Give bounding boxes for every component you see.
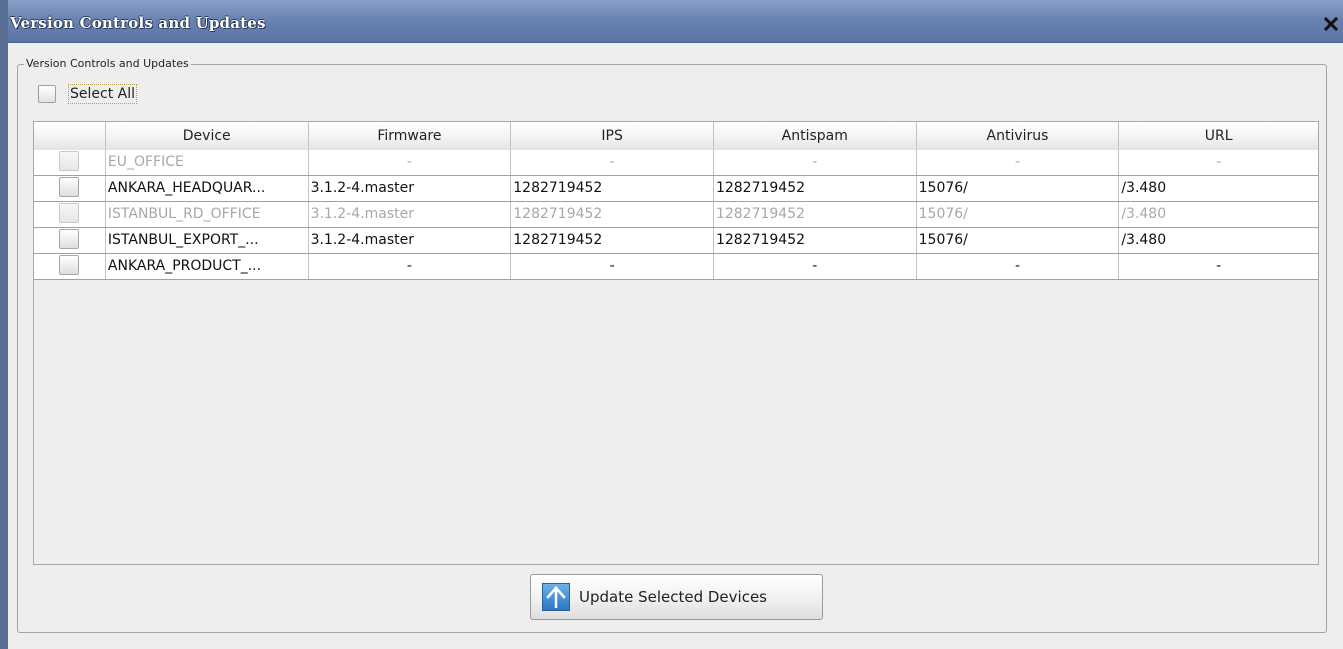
cell-ips: 1282719452 [511, 228, 714, 253]
table-row[interactable]: ISTANBUL_EXPORT_... 3.1.2-4.master 1282719… [34, 228, 1318, 254]
cell-antivirus: - [917, 150, 1120, 175]
column-header-ips[interactable]: IPS [511, 122, 714, 150]
row-select-cell [34, 150, 106, 175]
cell-antispam: - [714, 150, 917, 175]
select-all-box[interactable] [38, 85, 56, 103]
cell-antispam: 1282719452 [714, 176, 917, 201]
table-row[interactable]: ISTANBUL_RD_OFFICE 3.1.2-4.master 12827194… [34, 202, 1318, 228]
cell-device: EU_OFFICE [106, 150, 309, 175]
window-title: Version Controls and Updates [10, 14, 266, 32]
column-header-select[interactable] [34, 122, 106, 150]
cell-antivirus: 15076/ [917, 176, 1120, 201]
table-row[interactable]: ANKARA_HEADQUAR... 3.1.2-4.master 12827194… [34, 176, 1318, 202]
update-selected-devices-button[interactable]: Update Selected Devices [530, 574, 823, 620]
cell-firmware: - [309, 150, 512, 175]
cell-antivirus: 15076/ [917, 228, 1120, 253]
row-checkbox[interactable] [59, 177, 80, 197]
cell-antivirus: 15076/ [917, 202, 1120, 227]
column-header-antispam[interactable]: Antispam [714, 122, 917, 150]
column-header-firmware[interactable]: Firmware [309, 122, 512, 150]
row-checkbox[interactable] [59, 229, 80, 249]
row-select-cell [34, 228, 106, 253]
column-header-device[interactable]: Device [106, 122, 309, 150]
update-button-label: Update Selected Devices [579, 588, 767, 606]
cell-url: - [1216, 154, 1222, 170]
cell-url: - [1216, 258, 1222, 274]
close-glyph-icon [1323, 16, 1339, 32]
cell-ips: - [511, 254, 714, 279]
select-all-checkbox[interactable]: Select All [38, 83, 137, 105]
row-checkbox[interactable] [59, 255, 80, 275]
cell-ips: 1282719452 [511, 176, 714, 201]
up-arrow-icon [542, 583, 570, 611]
column-header-antivirus[interactable]: Antivirus [917, 122, 1120, 150]
column-header-url[interactable]: URL [1119, 122, 1318, 150]
cell-antispam: 1282719452 [714, 202, 917, 227]
cell-ips: - [511, 150, 714, 175]
table-header: Device Firmware IPS Antispam Antivirus U… [34, 122, 1318, 151]
row-select-cell [34, 176, 106, 201]
close-icon[interactable] [1321, 15, 1341, 35]
devices-table: Device Firmware IPS Antispam Antivirus U… [33, 121, 1319, 565]
cell-device: ISTANBUL_EXPORT_... [106, 228, 309, 253]
select-all-label[interactable]: Select All [68, 84, 137, 104]
row-checkbox [59, 151, 80, 171]
cell-firmware: - [309, 254, 512, 279]
up-arrow-glyph-icon [546, 586, 566, 608]
table-body: EU_OFFICE - - - - - ANKARA_HEADQUAR... 3.1.2-4.… [34, 150, 1318, 280]
cell-firmware: 3.1.2-4.master [309, 228, 512, 253]
cell-antivirus: - [917, 254, 1120, 279]
row-select-cell [34, 254, 106, 279]
cell-device: ANKARA_HEADQUAR... [106, 176, 309, 201]
table-row[interactable]: ANKARA_PRODUCT_... - - - - - [34, 254, 1318, 280]
cell-antispam: 1282719452 [714, 228, 917, 253]
cell-url: /3.480 [1121, 180, 1167, 196]
cell-url: /3.480 [1121, 232, 1167, 248]
group-legend: Version Controls and Updates [24, 57, 191, 70]
row-checkbox [59, 203, 80, 223]
title-bar[interactable]: Version Controls and Updates [8, 0, 1343, 43]
cell-url: /3.480 [1121, 206, 1167, 222]
table-row[interactable]: EU_OFFICE - - - - - [34, 150, 1318, 176]
cell-antispam: - [714, 254, 917, 279]
cell-device: ISTANBUL_RD_OFFICE [106, 202, 309, 227]
cell-device: ANKARA_PRODUCT_... [106, 254, 309, 279]
cell-ips: 1282719452 [511, 202, 714, 227]
cell-firmware: 3.1.2-4.master [309, 176, 512, 201]
row-select-cell [34, 202, 106, 227]
cell-firmware: 3.1.2-4.master [309, 202, 512, 227]
